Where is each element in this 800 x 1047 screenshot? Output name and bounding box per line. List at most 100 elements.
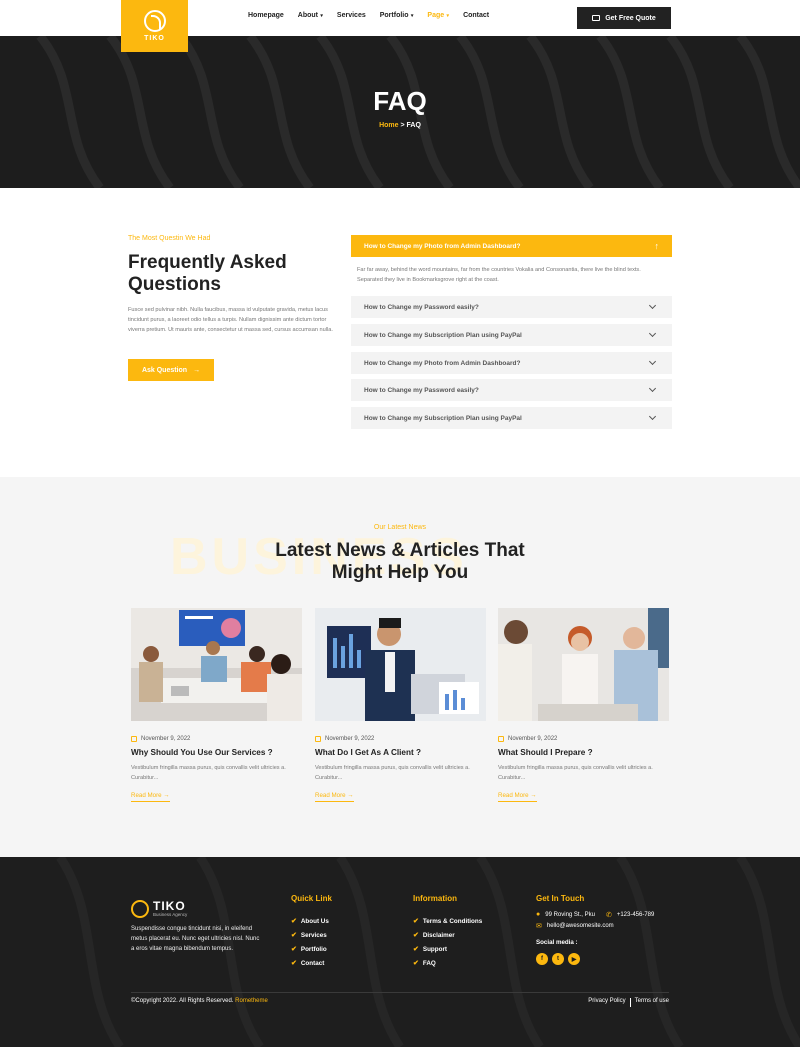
check-icon: ✔ <box>291 960 297 967</box>
check-icon: ✔ <box>291 918 297 925</box>
news-card: November 9, 2022 What Should I Prepare ?… <box>498 608 669 802</box>
phone-icon: ✆ <box>605 911 612 919</box>
facebook-icon[interactable]: f <box>536 953 548 965</box>
logo-text: TIKO <box>144 35 165 42</box>
news-heading: Latest News & Articles That Might Help Y… <box>275 540 525 583</box>
faq-item[interactable]: How to Change my Subscription Plan using… <box>351 324 672 346</box>
check-icon: ✔ <box>291 932 297 939</box>
site-logo[interactable]: TIKO <box>121 0 188 52</box>
divider <box>629 998 631 1007</box>
news-card: November 9, 2022 Why Should You Use Our … <box>131 608 302 802</box>
wave-pattern-background <box>56 857 800 1047</box>
chevron-down-icon <box>648 329 657 338</box>
read-more-link[interactable]: Read More → <box>498 792 537 802</box>
footer-link-support[interactable]: ✔ Support <box>413 942 482 956</box>
nav-item-portfolio[interactable]: Portfolio ▾ <box>380 12 414 19</box>
footer-link-about-us[interactable]: ✔ About Us <box>291 914 329 928</box>
footer-link-faq[interactable]: ✔ FAQ <box>413 956 482 970</box>
faq-item[interactable]: How to Change my Subscription Plan using… <box>351 407 672 429</box>
breadcrumb-current: FAQ <box>406 122 421 129</box>
news-card-image[interactable] <box>315 608 486 721</box>
contact-phone[interactable]: +123-456-789 <box>617 912 655 918</box>
brand-link[interactable]: Rometheme <box>235 998 268 1004</box>
footer-link-contact[interactable]: ✔ Contact <box>291 956 329 970</box>
chevron-down-icon <box>648 301 657 310</box>
faq-item[interactable]: How to Change my Password easily? <box>351 296 672 318</box>
ask-question-button[interactable]: Ask Question → <box>128 359 214 381</box>
youtube-icon[interactable]: ▶ <box>568 953 580 965</box>
check-icon: ✔ <box>413 946 419 953</box>
location-pin-icon: ● <box>536 911 541 918</box>
check-icon: ✔ <box>291 946 297 953</box>
faq-item[interactable]: How to Change my Password easily? <box>351 379 672 401</box>
arrow-right-icon: → <box>163 792 170 799</box>
news-subtitle: Our Latest News <box>373 524 427 531</box>
chevron-down-icon <box>648 357 657 366</box>
footer-logo[interactable]: TIKO Business Agency <box>131 900 187 918</box>
social-links: f t ▶ <box>536 953 580 965</box>
legal-links: Privacy Policy Terms of use <box>588 998 669 1007</box>
faq-answer: Far far away, behind the word mountains,… <box>357 267 641 283</box>
faq-item[interactable]: How to Change my Photo from Admin Dashbo… <box>351 352 672 374</box>
chevron-down-icon: ▾ <box>445 13 450 19</box>
faq-description: Fusce sed pulvinar nibh. Nulla faucibus,… <box>128 307 333 333</box>
mail-icon: ✉ <box>536 922 542 930</box>
check-icon: ✔ <box>413 932 419 939</box>
news-card-excerpt: Vestibulum fringilla massa purus, quis c… <box>131 765 286 781</box>
news-card-date: November 9, 2022 <box>315 736 486 742</box>
contact-email[interactable]: hello@awesomesite.com <box>547 923 614 929</box>
news-card-image[interactable] <box>131 608 302 721</box>
arrow-right-icon: → <box>347 792 354 799</box>
terms-of-use-link[interactable]: Terms of use <box>635 998 669 1007</box>
quick-link-list: ✔ About Us ✔ Services ✔ Portfolio ✔ Contact <box>291 914 329 970</box>
check-icon: ✔ <box>413 918 419 925</box>
information-title: Information <box>413 894 457 903</box>
arrow-right-icon: → <box>193 366 201 374</box>
read-more-link[interactable]: Read More → <box>315 792 354 802</box>
chat-icon <box>592 15 601 21</box>
news-card-title[interactable]: Why Should You Use Our Services ? <box>131 748 302 757</box>
arrow-up-icon: ↑ <box>654 241 660 251</box>
news-card-excerpt: Vestibulum fringilla massa purus, quis c… <box>315 765 470 781</box>
news-card: November 9, 2022 What Do I Get As A Clie… <box>315 608 486 802</box>
nav-item-contact[interactable]: Contact <box>463 12 489 19</box>
nav-item-homepage[interactable]: Homepage <box>248 12 284 19</box>
faq-heading: Frequently Asked Questions <box>128 252 287 295</box>
footer-link-disclaimer[interactable]: ✔ Disclaimer <box>413 928 482 942</box>
breadcrumb-home-link[interactable]: Home <box>379 122 398 129</box>
news-card-title[interactable]: What Do I Get As A Client ? <box>315 748 486 757</box>
breadcrumb: Home > FAQ <box>379 122 421 129</box>
copyright-text: ©Copyright 2022. All Rights Reserved. Ro… <box>131 998 268 1004</box>
contact-info: ● 99 Roving St., Pku ✆ +123-456-789 ✉ he… <box>536 909 654 931</box>
chevron-down-icon: ▾ <box>409 13 414 19</box>
footer-link-portfolio[interactable]: ✔ Portfolio <box>291 942 329 956</box>
footer-divider <box>131 992 669 993</box>
faq-item-open[interactable]: How to Change my Photo from Admin Dashbo… <box>351 235 672 257</box>
consultation-photo-image <box>498 608 669 721</box>
nav-item-page[interactable]: Page ▾ <box>427 12 449 19</box>
arrow-right-icon: → <box>530 792 537 799</box>
calendar-icon <box>498 736 504 742</box>
faq-subtitle: The Most Questin We Had <box>128 235 211 242</box>
logo-mark-icon <box>143 10 166 32</box>
news-section: BUSINESS Our Latest News Latest News & A… <box>0 477 800 857</box>
read-more-link[interactable]: Read More → <box>131 792 170 802</box>
site-footer: TIKO Business Agency Suspendisse congue … <box>0 857 800 1047</box>
footer-link-terms[interactable]: ✔ Terms & Conditions <box>413 914 482 928</box>
contact-address: 99 Roving St., Pku <box>545 911 595 918</box>
calendar-icon <box>131 736 137 742</box>
social-media-label: Social media : <box>536 939 578 946</box>
footer-link-services[interactable]: ✔ Services <box>291 928 329 942</box>
news-card-date: November 9, 2022 <box>498 736 669 742</box>
page-title: FAQ <box>373 86 427 116</box>
privacy-policy-link[interactable]: Privacy Policy <box>588 998 625 1007</box>
site-header: TIKO Homepage About ▾ Services Portfolio… <box>0 0 800 52</box>
nav-item-about[interactable]: About ▾ <box>298 12 323 19</box>
nav-item-services[interactable]: Services <box>337 12 366 19</box>
news-card-image[interactable] <box>498 608 669 721</box>
twitter-icon[interactable]: t <box>552 953 564 965</box>
get-free-quote-button[interactable]: Get Free Quote <box>577 7 671 29</box>
information-list: ✔ Terms & Conditions ✔ Disclaimer ✔ Support… <box>413 914 482 970</box>
news-card-title[interactable]: What Should I Prepare ? <box>498 748 669 757</box>
calendar-icon <box>315 736 321 742</box>
